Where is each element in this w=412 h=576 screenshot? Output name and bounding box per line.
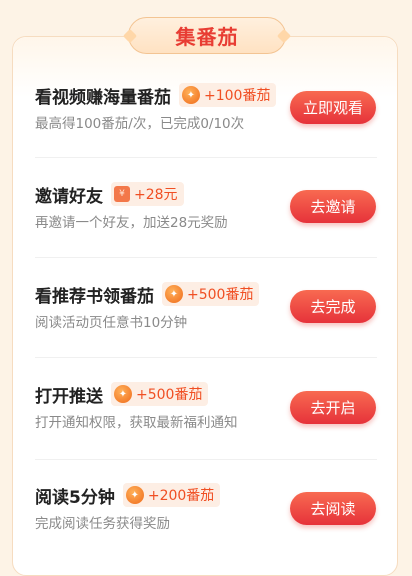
- enable-button[interactable]: 去开启: [290, 391, 376, 424]
- tomato-coin-icon: ✦: [125, 486, 144, 504]
- invite-button[interactable]: 去邀请: [290, 190, 376, 223]
- task-row-read-5-min: 阅读5分钟 ✦ +200番茄 完成阅读任务获得奖励 去阅读: [35, 482, 376, 532]
- reward-badge: ✦ +500番茄: [111, 382, 209, 406]
- task-title: 邀请好友: [35, 186, 103, 207]
- task-row-enable-push: 打开推送 ✦ +500番茄 打开通知权限，获取最新福利通知 去开启: [35, 381, 376, 431]
- reward-badge: ¥ +28元: [111, 182, 184, 206]
- task-row-watch-video: 看视频赚海量番茄 ✦ +100番茄 最高得100番茄/次，已完成0/10次 立即…: [35, 82, 376, 132]
- task-title: 阅读5分钟: [35, 487, 115, 508]
- row-divider: [35, 257, 377, 258]
- read-button[interactable]: 去阅读: [290, 492, 376, 525]
- reward-badge: ✦ +100番茄: [179, 83, 277, 107]
- tomato-coin-icon: ✦: [165, 285, 183, 303]
- tomato-coin-icon: ✦: [182, 86, 200, 104]
- tomato-coin-icon: ✦: [114, 385, 132, 403]
- task-title: 看推荐书领番茄: [35, 286, 154, 307]
- complete-button[interactable]: 去完成: [290, 290, 376, 323]
- row-divider: [35, 157, 377, 158]
- row-divider: [35, 357, 377, 358]
- task-row-recommended-book: 看推荐书领番茄 ✦ +500番茄 阅读活动页任意书10分钟 去完成: [35, 281, 376, 331]
- reward-amount: +200番茄: [147, 488, 215, 504]
- reward-amount: +500番茄: [136, 387, 203, 403]
- reward-badge: ✦ +200番茄: [122, 483, 221, 507]
- watch-now-button[interactable]: 立即观看: [290, 91, 376, 124]
- reward-badge: ✦ +500番茄: [162, 282, 260, 306]
- task-row-invite-friend: 邀请好友 ¥ +28元 再邀请一个好友，加送28元奖励 去邀请: [35, 181, 376, 231]
- reward-amount: +100番茄: [204, 88, 271, 104]
- section-banner: 集番茄: [122, 17, 292, 54]
- reward-amount: +500番茄: [187, 287, 254, 303]
- cash-icon: ¥: [114, 186, 130, 202]
- task-title: 打开推送: [35, 386, 103, 407]
- reward-amount: +28元: [134, 187, 178, 203]
- row-divider: [35, 459, 377, 460]
- section-title: 集番茄: [175, 25, 239, 49]
- task-title: 看视频赚海量番茄: [35, 87, 171, 108]
